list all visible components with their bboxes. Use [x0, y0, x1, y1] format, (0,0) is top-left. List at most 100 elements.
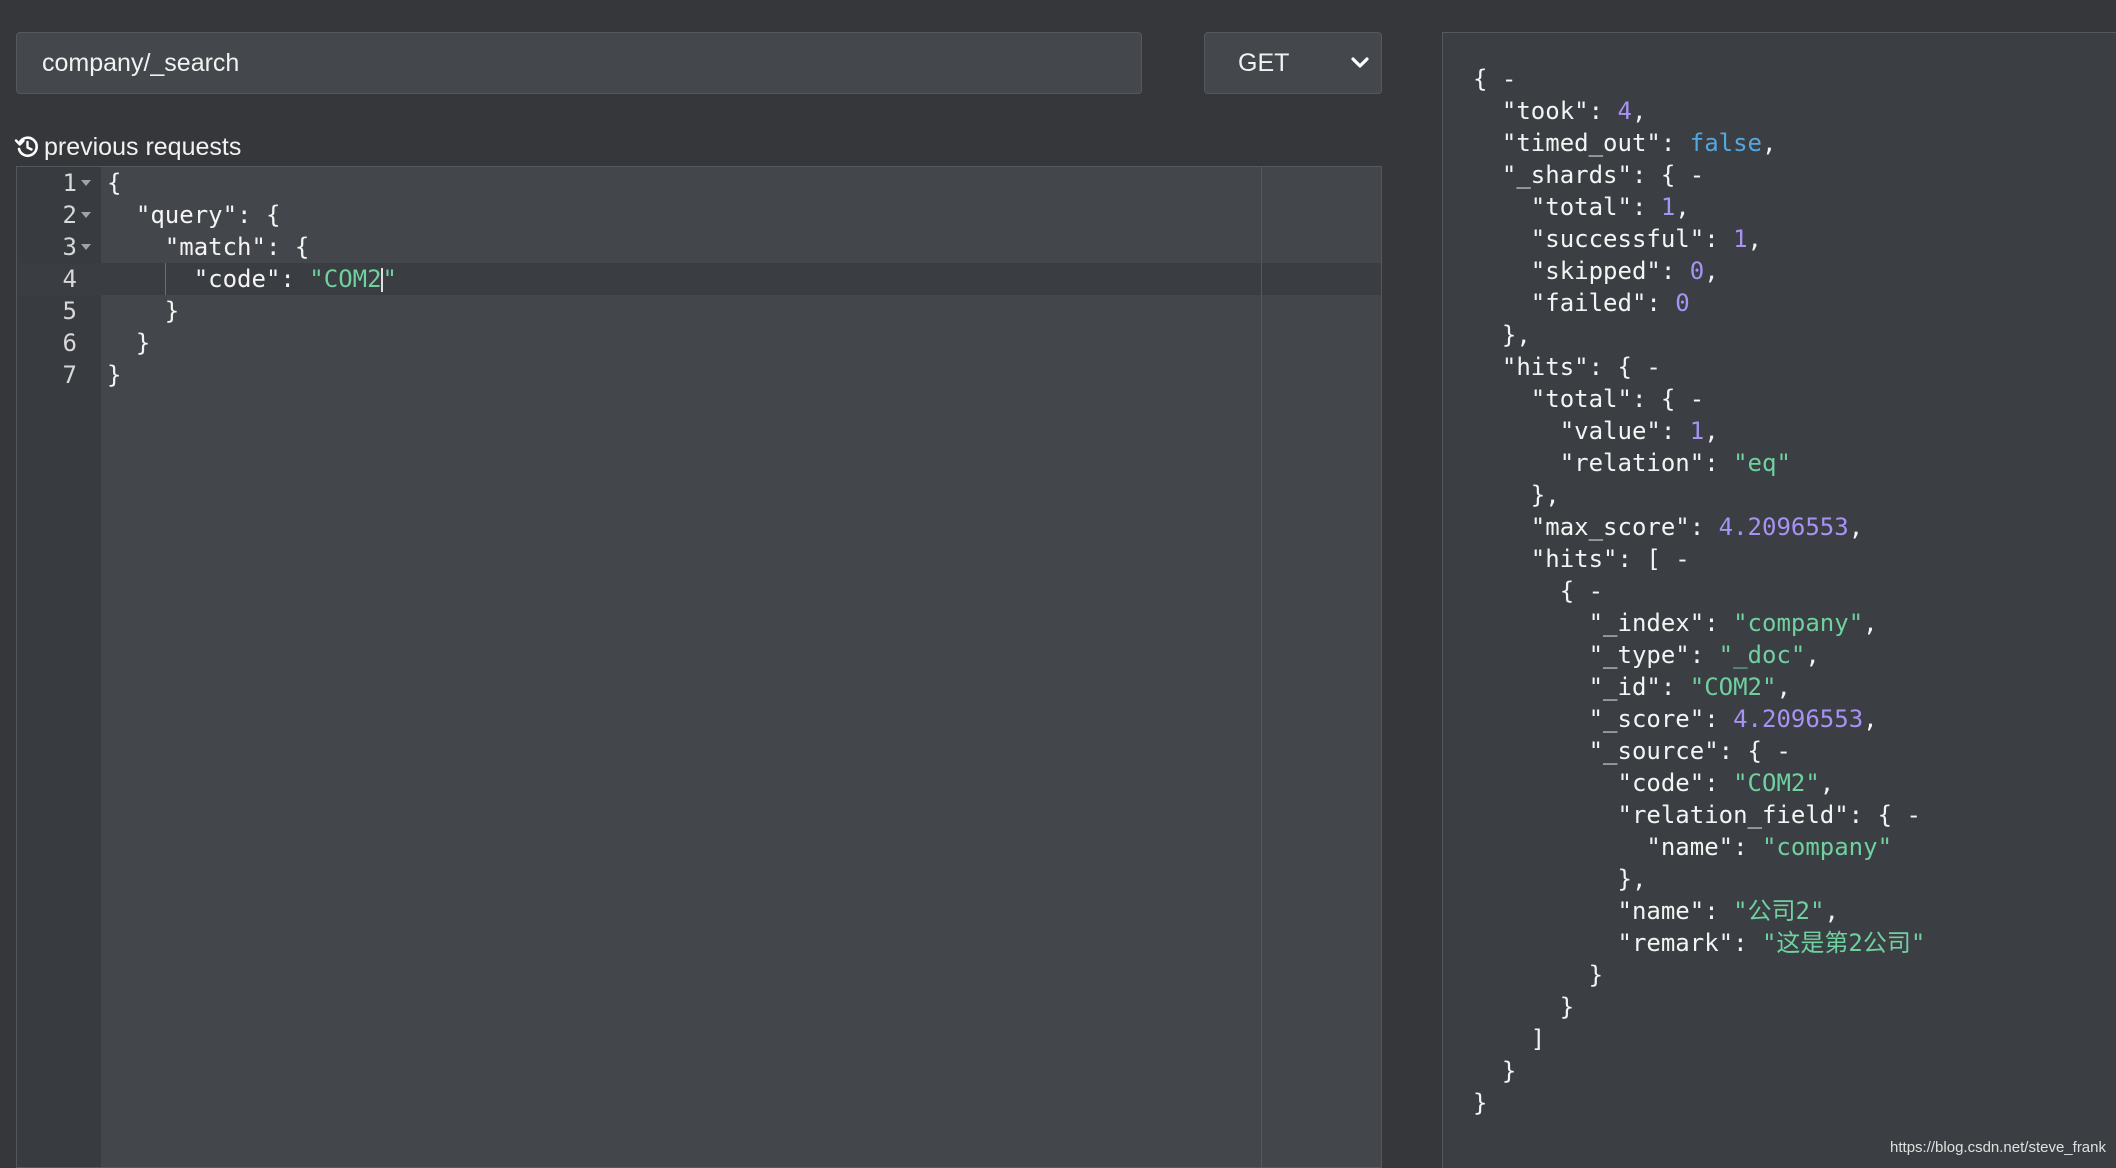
json-token: "公司2"	[1733, 897, 1825, 925]
json-token: 4	[1617, 97, 1632, 125]
json-token: "name":	[1473, 897, 1734, 925]
line-number: 6	[62, 329, 77, 357]
json-token: { -	[1473, 577, 1604, 605]
response-line: { -	[1473, 63, 1925, 95]
json-token: 0	[1675, 289, 1690, 317]
json-token: ,	[1776, 673, 1791, 701]
json-token: { -	[1473, 65, 1517, 93]
json-token: 1	[1689, 417, 1705, 445]
json-token: 4.2096553	[1733, 705, 1864, 733]
json-token: "max_score":	[1473, 513, 1719, 541]
json-token: }	[1473, 961, 1604, 989]
json-token: "这是第2公司"	[1761, 929, 1926, 957]
json-token: "_shards": { -	[1473, 161, 1705, 189]
line-number: 2	[62, 201, 77, 229]
previous-requests-label: previous requests	[44, 132, 242, 161]
editor-line[interactable]: 1{	[17, 167, 1381, 199]
json-token: ,	[1704, 417, 1719, 445]
json-token: "timed_out":	[1473, 129, 1690, 157]
response-line: "_source": { -	[1473, 735, 1925, 767]
response-line: }	[1473, 1055, 1925, 1087]
json-token: 1	[1660, 193, 1676, 221]
json-token: ,	[1631, 97, 1647, 125]
line-number: 5	[62, 297, 77, 325]
editor-line[interactable]: 5 }	[17, 295, 1381, 327]
line-text: "code": "COM2"	[107, 263, 397, 295]
editor-line[interactable]: 2 "query": {	[17, 199, 1381, 231]
line-number: 1	[62, 169, 77, 197]
json-token: "successful":	[1473, 225, 1734, 253]
json-token: false	[1689, 129, 1762, 157]
json-token: ,	[1762, 129, 1777, 157]
fold-arrow-icon[interactable]	[81, 180, 91, 186]
json-token: },	[1473, 481, 1560, 509]
response-line: "_index": "company",	[1473, 607, 1925, 639]
json-token: "COM2"	[1689, 673, 1777, 701]
json-token: ,	[1819, 769, 1835, 797]
editor-line[interactable]: 6 }	[17, 327, 1381, 359]
response-line: }	[1473, 959, 1925, 991]
history-icon	[14, 134, 40, 160]
response-line: "took": 4,	[1473, 95, 1925, 127]
response-line: }	[1473, 991, 1925, 1023]
json-token: "_score":	[1473, 705, 1734, 733]
json-token: "_type":	[1473, 641, 1719, 669]
json-token: 4.2096553	[1718, 513, 1849, 541]
response-json: { - "took": 4, "timed_out": false, "_sha…	[1473, 63, 1925, 1119]
response-line: "remark": "这是第2公司"	[1473, 927, 1925, 959]
response-line: "name": "company"	[1473, 831, 1925, 863]
line-text: }	[107, 295, 179, 327]
response-line: "total": 1,	[1473, 191, 1925, 223]
json-token: },	[1473, 865, 1647, 893]
editor-line[interactable]: 7}	[17, 359, 1381, 391]
editor-line[interactable]: 4 "code": "COM2"	[17, 263, 1381, 295]
json-token: "failed":	[1473, 289, 1676, 317]
code-token: }	[107, 329, 151, 357]
json-token: "COM2"	[1733, 769, 1820, 797]
json-token: "code":	[1473, 769, 1734, 797]
json-token: },	[1473, 321, 1531, 349]
line-text: }	[107, 359, 121, 391]
line-number: 4	[62, 265, 77, 293]
code-token: "	[382, 265, 397, 293]
response-line: { -	[1473, 575, 1925, 607]
json-token: "remark":	[1473, 929, 1762, 957]
code-token: }	[107, 297, 180, 325]
url-input[interactable]	[16, 32, 1142, 94]
response-line: "relation": "eq"	[1473, 447, 1925, 479]
json-token: "hits": { -	[1473, 353, 1661, 381]
response-line: "total": { -	[1473, 383, 1925, 415]
response-line: "code": "COM2",	[1473, 767, 1925, 799]
response-line: "hits": { -	[1473, 351, 1925, 383]
response-line: "_id": "COM2",	[1473, 671, 1925, 703]
code-token: "COM2	[309, 265, 382, 293]
json-token: "company"	[1733, 609, 1864, 637]
editor-line[interactable]: 3 "match": {	[17, 231, 1381, 263]
method-select[interactable]: GET	[1204, 32, 1382, 94]
json-token: ,	[1704, 257, 1719, 285]
json-token: "eq"	[1733, 449, 1791, 477]
json-token: ,	[1805, 641, 1820, 669]
json-token: "hits": [ -	[1473, 545, 1690, 573]
response-line: "value": 1,	[1473, 415, 1925, 447]
response-line: ]	[1473, 1023, 1925, 1055]
fold-arrow-icon[interactable]	[81, 212, 91, 218]
json-token: "took":	[1473, 97, 1618, 125]
json-token: "_doc"	[1718, 641, 1806, 669]
line-number: 3	[62, 233, 77, 261]
response-panel[interactable]: { - "took": 4, "timed_out": false, "_sha…	[1442, 32, 2116, 1168]
response-line: "successful": 1,	[1473, 223, 1925, 255]
json-token: 1	[1733, 225, 1748, 253]
response-line: },	[1473, 319, 1925, 351]
code-token: {	[107, 169, 122, 197]
response-line: "_shards": { -	[1473, 159, 1925, 191]
json-token: "_index":	[1473, 609, 1734, 637]
response-line: "name": "公司2",	[1473, 895, 1925, 927]
json-token: "company"	[1761, 833, 1893, 861]
chevron-down-icon	[1349, 52, 1371, 74]
query-editor[interactable]: 1{2 "query": {3 "match": {4 "code": "COM…	[16, 166, 1382, 1168]
json-token: ,	[1848, 513, 1864, 541]
json-token: "value":	[1473, 417, 1690, 445]
previous-requests-link[interactable]: previous requests	[14, 130, 241, 164]
fold-arrow-icon[interactable]	[81, 244, 91, 250]
